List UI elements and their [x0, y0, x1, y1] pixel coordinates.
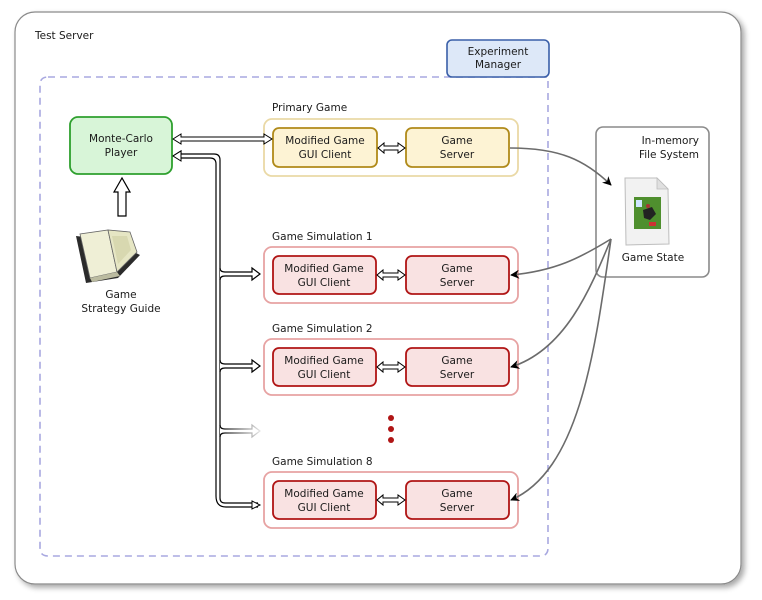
primary-server-line1: Game: [441, 135, 472, 147]
sim8-client-line1: Modified Game: [284, 488, 363, 500]
simulation-8-title: Game Simulation 8: [272, 456, 373, 468]
sim2-client-line1: Modified Game: [284, 355, 363, 367]
primary-client-line1: Modified Game: [285, 135, 364, 147]
ellipsis-more-simulations: [388, 415, 394, 443]
simulation-2-title: Game Simulation 2: [272, 323, 373, 335]
sim1-client-line1: Modified Game: [284, 263, 363, 275]
primary-game-title: Primary Game: [272, 102, 347, 114]
experiment-manager-line1: Experiment: [468, 46, 529, 58]
monte-carlo-player-box: [69, 116, 173, 175]
sim1-server-line2: Server: [440, 277, 475, 289]
sim8-client-line2: GUI Client: [298, 502, 351, 514]
sim2-server-line2: Server: [440, 369, 475, 381]
game-state-label: Game State: [622, 252, 684, 264]
primary-server-line2: Server: [440, 149, 475, 161]
player-line1: Monte-Carlo: [89, 133, 153, 145]
sim1-client-line2: GUI Client: [298, 277, 351, 289]
experiment-manager-line2: Manager: [475, 59, 522, 71]
sim8-server-line2: Server: [440, 502, 475, 514]
simulation-1-title: Game Simulation 1: [272, 231, 373, 243]
primary-game-server-box: [405, 127, 510, 168]
guide-line1: Game: [105, 289, 136, 301]
architecture-diagram: Test Server Experiment Manager Monte-Car…: [14, 11, 742, 585]
sim2-server-line1: Game: [441, 355, 472, 367]
player-line2: Player: [105, 147, 138, 159]
primary-gui-client-box: [272, 127, 378, 168]
sim2-client-line2: GUI Client: [298, 369, 351, 381]
filesystem-line2: File System: [639, 149, 699, 161]
primary-client-line2: GUI Client: [299, 149, 352, 161]
filesystem-line1: In-memory: [642, 135, 699, 147]
guide-line2: Strategy Guide: [81, 303, 160, 315]
sim8-server-line1: Game: [441, 488, 472, 500]
sim1-server-line1: Game: [441, 263, 472, 275]
test-server-label: Test Server: [34, 30, 94, 42]
document-image-icon: [624, 177, 670, 246]
